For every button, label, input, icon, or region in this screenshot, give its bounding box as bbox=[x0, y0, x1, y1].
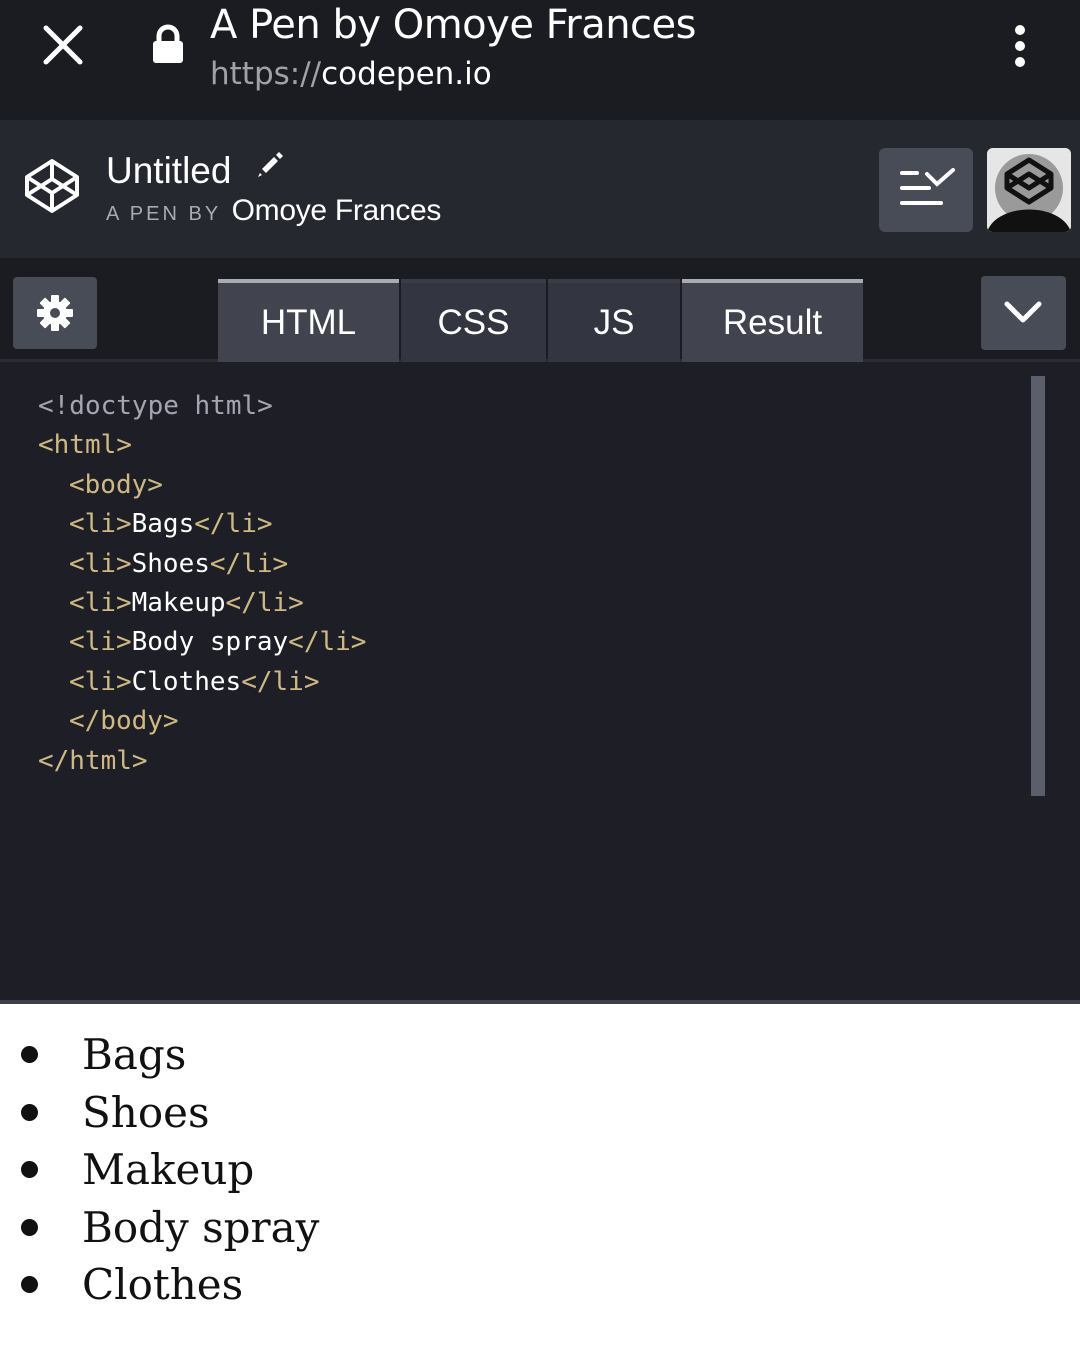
collapse-button[interactable] bbox=[981, 276, 1066, 350]
list-item-label: Shoes bbox=[82, 1087, 210, 1137]
settings-button[interactable] bbox=[13, 277, 97, 349]
list-item-label: Clothes bbox=[82, 1260, 244, 1309]
tab-css[interactable]: CSS bbox=[401, 279, 546, 363]
codepen-logo-icon[interactable] bbox=[22, 156, 82, 216]
html-code-editor[interactable]: <!doctype html> <html> <body> <li>Bags</… bbox=[0, 362, 1080, 1002]
code-text: Shoes bbox=[131, 548, 210, 579]
code-tag: <html> bbox=[38, 430, 132, 461]
result-list: Bags Shoes Makeup Body spray Clothes bbox=[0, 1026, 319, 1314]
code-tag: <li> bbox=[69, 509, 132, 540]
list-item: Makeup bbox=[0, 1141, 319, 1199]
pen-title[interactable]: Untitled bbox=[106, 146, 284, 192]
gear-icon bbox=[37, 295, 73, 331]
browser-toolbar: A Pen by Omoye Frances https://codepen.i… bbox=[0, 0, 1080, 120]
bullet-icon bbox=[21, 1276, 38, 1293]
code-line: <body> bbox=[38, 466, 366, 505]
tab-js[interactable]: JS bbox=[548, 279, 680, 363]
code-content[interactable]: <!doctype html> <html> <body> <li>Bags</… bbox=[38, 387, 366, 781]
list-item: Body spray bbox=[0, 1199, 319, 1257]
code-text: Clothes bbox=[131, 666, 242, 697]
code-line: </body> bbox=[38, 702, 366, 741]
code-tag: </body> bbox=[69, 706, 179, 737]
bullet-icon bbox=[21, 1046, 38, 1063]
pencil-icon[interactable] bbox=[254, 146, 284, 177]
lock-icon bbox=[150, 24, 186, 66]
chevron-down-icon bbox=[1004, 301, 1042, 323]
page-title: A Pen by Omoye Frances bbox=[210, 2, 697, 48]
tab-result[interactable]: Result bbox=[682, 279, 863, 363]
tab-html[interactable]: HTML bbox=[218, 279, 399, 363]
list-item: Clothes bbox=[0, 1256, 319, 1314]
code-tag: <body> bbox=[69, 469, 163, 500]
code-tag: <li> bbox=[69, 587, 132, 618]
code-tag: <li> bbox=[69, 666, 132, 697]
bullet-icon bbox=[21, 1161, 38, 1178]
list-item-label: Body spray bbox=[82, 1202, 320, 1252]
url-host: codepen.io bbox=[321, 56, 492, 92]
url-scheme: https:// bbox=[210, 56, 322, 92]
code-line: <html> bbox=[38, 426, 366, 465]
code-text: Bags bbox=[131, 509, 195, 540]
code-doctype: <!doctype html> bbox=[38, 391, 273, 421]
code-tag: </li> bbox=[225, 587, 304, 618]
pen-by-label: A PEN BY bbox=[106, 203, 222, 225]
editor-scrollbar[interactable] bbox=[1031, 376, 1045, 796]
list-item: Shoes bbox=[0, 1084, 319, 1142]
kebab-menu-icon bbox=[1015, 25, 1025, 67]
pen-author-line: A PEN BY Omoye Frances bbox=[106, 194, 441, 228]
result-pane: Bags Shoes Makeup Body spray Clothes bbox=[0, 1004, 1080, 1349]
user-avatar[interactable] bbox=[987, 148, 1071, 232]
code-tag: </html> bbox=[38, 745, 148, 776]
editor-tab-strip: HTML CSS JS Result bbox=[0, 258, 1080, 363]
code-line: <!doctype html> bbox=[38, 387, 366, 426]
list-item-label: Bags bbox=[82, 1030, 187, 1079]
list-item: Bags bbox=[0, 1026, 319, 1084]
code-tag: </li> bbox=[288, 627, 367, 658]
page-url: https://codepen.io bbox=[210, 56, 492, 92]
code-text: Body spray bbox=[131, 627, 289, 658]
code-tag: </li> bbox=[194, 509, 273, 540]
code-line: <li>Shoes</li> bbox=[38, 545, 366, 584]
list-item-label: Makeup bbox=[82, 1145, 255, 1194]
pen-title-text: Untitled bbox=[106, 150, 232, 191]
change-view-button[interactable] bbox=[879, 148, 973, 232]
code-line: <li>Body spray</li> bbox=[38, 623, 366, 662]
pen-header: Untitled A PEN BY Omoye Frances bbox=[0, 120, 1080, 258]
code-line: <li>Bags</li> bbox=[38, 505, 366, 544]
code-text: Makeup bbox=[131, 587, 226, 618]
bullet-icon bbox=[21, 1218, 38, 1236]
code-tag: <li> bbox=[69, 627, 132, 658]
code-tag: </li> bbox=[241, 666, 320, 697]
code-line: <li>Clothes</li> bbox=[38, 663, 366, 702]
code-tag: <li> bbox=[69, 548, 132, 579]
bullet-icon bbox=[21, 1103, 38, 1121]
menu-button[interactable] bbox=[1000, 22, 1040, 70]
close-icon bbox=[43, 25, 83, 65]
pen-author[interactable]: Omoye Frances bbox=[232, 194, 442, 227]
code-line: </html> bbox=[38, 742, 366, 781]
code-line: <li>Makeup</li> bbox=[38, 584, 366, 623]
close-button[interactable] bbox=[38, 24, 88, 68]
code-tag: </li> bbox=[209, 548, 289, 579]
layout-icon bbox=[900, 168, 955, 205]
